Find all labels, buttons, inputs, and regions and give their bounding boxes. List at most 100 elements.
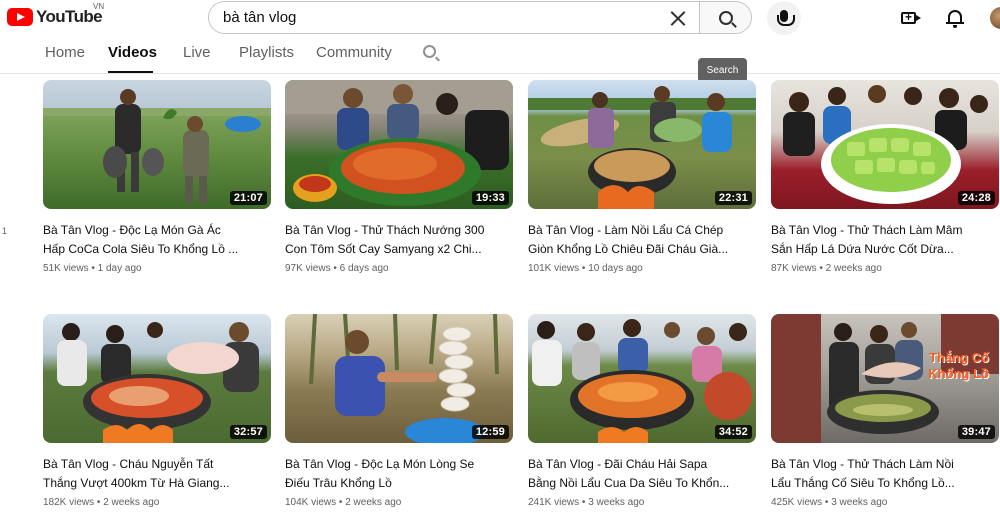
video-card[interactable]: 24:28 Bà Tân Vlog - Thử Thách Làm Mâm Sắn… — [771, 80, 999, 274]
video-card[interactable]: 21:07 Bà Tân Vlog - Độc Lạ Món Gà Ác Hấp … — [43, 80, 271, 274]
thumbnail-overlay-text: Thắng Cố Khổng Lồ — [928, 350, 989, 381]
create-video-icon[interactable] — [900, 8, 922, 28]
video-views: 425K views — [771, 497, 823, 508]
video-duration: 24:28 — [957, 191, 995, 205]
video-meta: 241K views • 3 weeks ago — [528, 497, 645, 508]
logo-country-code: VN — [93, 2, 105, 11]
tab-videos[interactable]: Videos — [108, 44, 157, 61]
video-views: 101K views — [528, 263, 580, 274]
video-title-line: Bà Tân Vlog - Thử Thách Nướng 300 — [285, 223, 485, 237]
video-title-line: Bà Tân Vlog - Độc Lạ Món Gà Ác — [43, 223, 221, 237]
video-card[interactable]: 32:57 Bà Tân Vlog - Cháu Nguyễn Tất Thắng… — [43, 314, 271, 508]
video-views: 241K views — [528, 497, 580, 508]
youtube-logo[interactable]: YouTube — [7, 7, 103, 27]
video-title-line: Bà Tân Vlog - Đãi Cháu Hải Sapa — [528, 457, 708, 471]
tab-playlists[interactable]: Playlists — [239, 44, 294, 61]
video-duration: 39:47 — [957, 425, 995, 439]
video-title[interactable]: Bà Tân Vlog - Độc Lạ Món Gà Ác Hấp CoCa C… — [43, 221, 271, 259]
thumbnail-scene — [43, 89, 271, 204]
voice-search-button[interactable] — [767, 1, 801, 35]
camera-lens-shape — [916, 15, 921, 21]
tab-live[interactable]: Live — [183, 44, 211, 61]
video-thumbnail[interactable]: 24:28 — [771, 80, 999, 209]
video-thumbnail[interactable]: Thắng Cố Khổng Lồ 39:47 — [771, 314, 999, 443]
video-title-line: Hấp CoCa Cola Siêu To Khổng Lồ ... — [43, 242, 239, 256]
video-title-line: Sắn Hấp Lá Dứa Nước Cốt Dừa... — [771, 242, 954, 256]
video-card[interactable]: 12:59 Bà Tân Vlog - Độc Lạ Món Lòng Se Đi… — [285, 314, 513, 508]
youtube-logo-icon — [7, 8, 33, 26]
video-title[interactable]: Bà Tân Vlog - Thử Thách Nướng 300 Con Tôm… — [285, 221, 513, 259]
video-thumbnail[interactable]: 34:52 — [528, 314, 756, 443]
video-meta: 104K views • 2 weeks ago — [285, 497, 402, 508]
video-age: 2 weeks ago — [345, 497, 402, 508]
video-title-line: Bà Tân Vlog - Cháu Nguyễn Tất — [43, 457, 214, 471]
video-title[interactable]: Bà Tân Vlog - Độc Lạ Món Lòng Se Điếu Trâ… — [285, 455, 513, 493]
video-views: 97K views — [285, 263, 331, 274]
search-box — [208, 1, 752, 34]
tab-home[interactable]: Home — [45, 44, 85, 61]
video-title[interactable]: Bà Tân Vlog - Đãi Cháu Hải Sapa Bằng Nồi … — [528, 455, 756, 493]
video-title-line: Bà Tân Vlog - Độc Lạ Món Lòng Se — [285, 457, 475, 471]
video-title-line: Lẩu Thắng Cố Siêu To Khổng Lồ... — [771, 476, 955, 490]
thumbnail-scene — [528, 86, 756, 209]
video-duration: 19:33 — [471, 191, 509, 205]
video-title-line: Thắng Vượt 400km Từ Hà Giang... — [43, 476, 230, 490]
video-card[interactable]: 22:31 Bà Tân Vlog - Làm Nồi Lẩu Cá Chép G… — [528, 80, 756, 274]
bell-base-shape — [946, 22, 964, 24]
video-age: 3 weeks ago — [588, 497, 645, 508]
video-title[interactable]: Bà Tân Vlog - Thử Thách Làm Mâm Sắn Hấp L… — [771, 221, 999, 259]
camera-shape — [901, 10, 916, 24]
video-thumbnail[interactable]: 32:57 — [43, 314, 271, 443]
thumbnail-scene — [57, 322, 259, 443]
video-age: 3 weeks ago — [831, 497, 888, 508]
video-title-line: Bà Tân Vlog - Thử Thách Làm Nồi — [771, 457, 954, 471]
bell-clapper-shape — [953, 25, 957, 28]
video-card[interactable]: 34:52 Bà Tân Vlog - Đãi Cháu Hải Sapa Bằn… — [528, 314, 756, 508]
avatar[interactable] — [990, 7, 1000, 29]
video-title[interactable]: Bà Tân Vlog - Cháu Nguyễn Tất Thắng Vượt … — [43, 455, 271, 493]
video-title[interactable]: Bà Tân Vlog - Làm Nồi Lẩu Cá Chép Giòn Kh… — [528, 221, 756, 259]
video-meta: 51K views • 1 day ago — [43, 263, 142, 274]
video-views: 104K views — [285, 497, 337, 508]
video-age: 1 day ago — [97, 263, 142, 274]
video-meta: 97K views • 6 days ago — [285, 263, 389, 274]
video-thumbnail[interactable]: 22:31 — [528, 80, 756, 209]
channel-tabs: Home Videos Live Playlists Community — [0, 36, 1000, 74]
video-title-line: Bằng Nồi Lẩu Cua Da Siêu To Khổn... — [528, 476, 730, 490]
video-thumbnail[interactable]: 19:33 — [285, 80, 513, 209]
video-title[interactable]: Bà Tân Vlog - Thử Thách Làm Nồi Lẩu Thắng… — [771, 455, 999, 493]
video-duration: 32:57 — [229, 425, 267, 439]
notifications-bell-icon[interactable] — [944, 8, 966, 28]
tab-community[interactable]: Community — [316, 44, 392, 61]
video-title-line: Bà Tân Vlog - Thử Thách Làm Mâm — [771, 223, 963, 237]
video-views: 87K views — [771, 263, 817, 274]
video-meta: 182K views • 2 weeks ago — [43, 497, 160, 508]
video-age: 10 days ago — [588, 263, 643, 274]
video-title-line: Con Tôm Sốt Cay Samyang x2 Chi... — [285, 242, 482, 256]
video-age: 2 weeks ago — [825, 263, 882, 274]
video-age: 2 weeks ago — [103, 497, 160, 508]
video-duration: 21:07 — [229, 191, 267, 205]
video-title-line: Điếu Trâu Khổng Lồ — [285, 476, 392, 490]
active-tab-indicator — [108, 71, 153, 73]
clear-icon[interactable] — [668, 8, 688, 28]
video-thumbnail[interactable]: 12:59 — [285, 314, 513, 443]
video-meta: 101K views • 10 days ago — [528, 263, 643, 274]
video-thumbnail[interactable]: 21:07 — [43, 80, 271, 209]
video-views: 182K views — [43, 497, 95, 508]
video-age: 6 days ago — [339, 263, 389, 274]
thumbnail-scene — [783, 85, 988, 204]
video-duration: 12:59 — [471, 425, 509, 439]
video-title-line: Giòn Khổng Lồ Chiêu Đãi Cháu Già... — [528, 242, 729, 256]
thumbnail-scene — [285, 80, 513, 206]
video-card[interactable]: Thắng Cố Khổng Lồ 39:47 Bà Tân Vlog - Th… — [771, 314, 999, 508]
video-meta: 87K views • 2 weeks ago — [771, 263, 882, 274]
search-input[interactable] — [208, 1, 699, 34]
masthead: YouTube VN — [0, 0, 1000, 36]
video-duration: 34:52 — [714, 425, 752, 439]
channel-search-icon[interactable] — [423, 45, 436, 58]
search-button[interactable] — [699, 1, 752, 34]
video-card[interactable]: 19:33 Bà Tân Vlog - Thử Thách Nướng 300 C… — [285, 80, 513, 274]
video-title-line: Bà Tân Vlog - Làm Nồi Lẩu Cá Chép — [528, 223, 724, 237]
video-duration: 22:31 — [714, 191, 752, 205]
